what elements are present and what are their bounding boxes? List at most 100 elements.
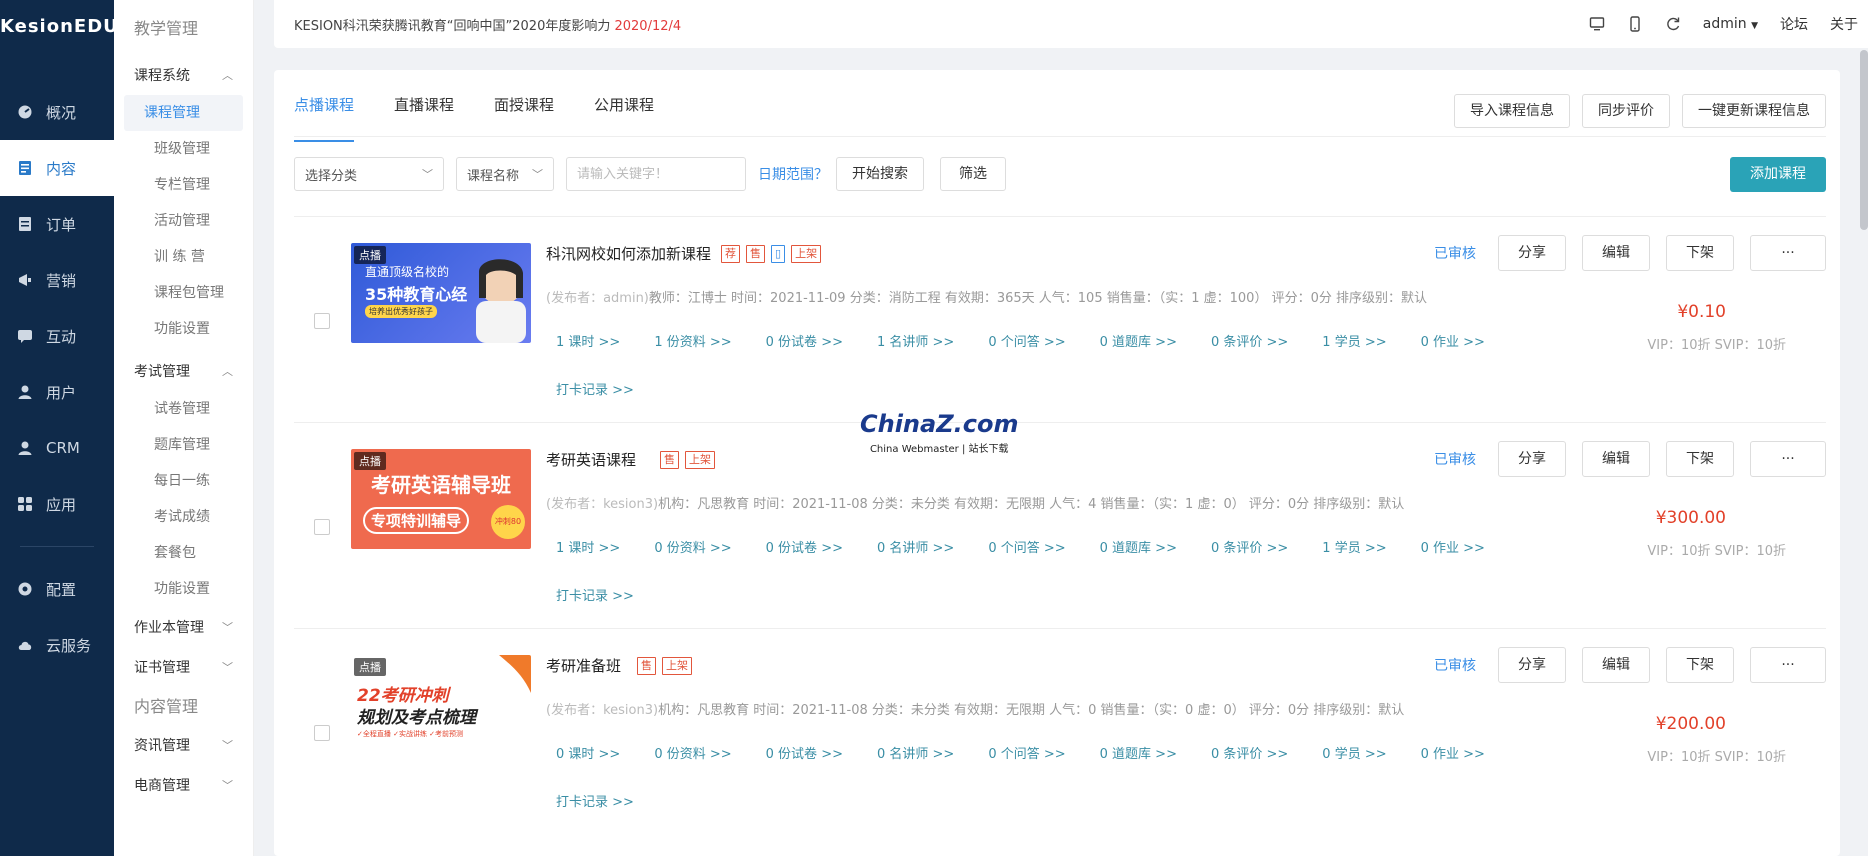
edit-button[interactable]: 编辑 (1582, 235, 1650, 271)
link-teachers[interactable]: 1 名讲师 >> (877, 331, 954, 350)
row-checkbox[interactable] (314, 313, 330, 329)
link-lessons[interactable]: 0 课时 >> (556, 743, 620, 762)
link-papers[interactable]: 0 份试卷 >> (766, 743, 843, 762)
refresh-icon[interactable] (1665, 16, 1681, 32)
nav-item-marketing[interactable]: 营销 (0, 252, 114, 308)
subnav-item-course-settings[interactable]: 功能设置 (124, 311, 243, 347)
subnav-group-news[interactable]: 资讯管理 ﹀ (114, 725, 253, 765)
subnav-item-class-manage[interactable]: 班级管理 (124, 131, 243, 167)
link-homework[interactable]: 0 作业 >> (1421, 743, 1485, 762)
more-button[interactable]: ··· (1750, 647, 1826, 683)
subnav-group-ecommerce[interactable]: 电商管理 ﹀ (114, 765, 253, 805)
subnav-item-bundle[interactable]: 套餐包 (124, 535, 243, 571)
category-select[interactable]: 选择分类 ﹀ (294, 157, 444, 191)
link-homework[interactable]: 0 作业 >> (1421, 331, 1485, 350)
course-title[interactable]: 考研准备班 (546, 655, 621, 676)
more-button[interactable]: ··· (1750, 235, 1826, 271)
link-papers[interactable]: 0 份试卷 >> (766, 537, 843, 556)
link-teachers[interactable]: 0 名讲师 >> (877, 537, 954, 556)
search-button[interactable]: 开始搜索 (836, 157, 924, 191)
filter-button[interactable]: 筛选 (940, 157, 1006, 191)
more-button[interactable]: ··· (1750, 441, 1826, 477)
keyword-input[interactable] (566, 157, 746, 191)
nav-item-content[interactable]: 内容 (0, 140, 120, 196)
link-students[interactable]: 0 学员 >> (1322, 743, 1386, 762)
course-title[interactable]: 考研英语课程 (546, 449, 636, 470)
about-link[interactable]: 关于 (1830, 14, 1858, 34)
link-qa[interactable]: 0 个问答 >> (988, 331, 1065, 350)
edit-button[interactable]: 编辑 (1582, 647, 1650, 683)
link-materials[interactable]: 1 份资料 >> (654, 331, 731, 350)
nav-item-apps[interactable]: 应用 (0, 476, 114, 532)
link-punch-record[interactable]: 打卡记录 >> (556, 585, 634, 604)
link-lessons[interactable]: 1 课时 >> (556, 331, 620, 350)
link-homework[interactable]: 0 作业 >> (1421, 537, 1485, 556)
link-lessons[interactable]: 1 课时 >> (556, 537, 620, 556)
user-menu[interactable]: admin ▼ (1703, 16, 1758, 32)
nav-item-config[interactable]: 配置 (0, 561, 114, 617)
nav-item-cloud[interactable]: 云服务 (0, 617, 114, 673)
share-button[interactable]: 分享 (1498, 235, 1566, 271)
offline-button[interactable]: 下架 (1666, 441, 1734, 477)
tab-vod[interactable]: 点播课程 (294, 94, 355, 142)
row-checkbox[interactable] (314, 725, 330, 741)
link-reviews[interactable]: 0 条评价 >> (1211, 331, 1288, 350)
course-thumbnail[interactable]: 点播 考研英语辅导班 专项特训辅导 冲刺80分 (351, 449, 531, 549)
subnav-item-paper-manage[interactable]: 试卷管理 (124, 391, 243, 427)
subnav-item-exam-scores[interactable]: 考试成绩 (124, 499, 243, 535)
subnav-item-column-manage[interactable]: 专栏管理 (124, 167, 243, 203)
link-reviews[interactable]: 0 条评价 >> (1211, 743, 1288, 762)
row-checkbox[interactable] (314, 519, 330, 535)
notice-text[interactable]: KESION科汛荣获腾讯教育“回响中国”2020年度影响力 2020/12/4 (294, 15, 681, 34)
link-papers[interactable]: 0 份试卷 >> (766, 331, 843, 350)
subnav-group-course-system[interactable]: 课程系统 ︿ (114, 55, 253, 95)
link-punch-record[interactable]: 打卡记录 >> (556, 379, 634, 398)
subnav-item-activity-manage[interactable]: 活动管理 (124, 203, 243, 239)
link-questions[interactable]: 0 道题库 >> (1100, 331, 1177, 350)
subnav-item-exam-settings[interactable]: 功能设置 (124, 571, 243, 607)
link-materials[interactable]: 0 份资料 >> (654, 537, 731, 556)
link-questions[interactable]: 0 道题库 >> (1100, 537, 1177, 556)
forum-link[interactable]: 论坛 (1780, 14, 1808, 34)
date-range-link[interactable]: 日期范围？ (758, 164, 828, 184)
link-materials[interactable]: 0 份资料 >> (654, 743, 731, 762)
link-punch-record[interactable]: 打卡记录 >> (556, 791, 634, 810)
tab-live[interactable]: 直播课程 (394, 94, 454, 134)
offline-button[interactable]: 下架 (1666, 647, 1734, 683)
nav-item-crm[interactable]: CRM (0, 420, 114, 476)
share-button[interactable]: 分享 (1498, 647, 1566, 683)
subnav-group-exam[interactable]: 考试管理 ︿ (114, 351, 253, 391)
subnav-item-question-bank[interactable]: 题库管理 (124, 427, 243, 463)
sync-review-button[interactable]: 同步评价 (1582, 94, 1670, 128)
subnav-item-package-manage[interactable]: 课程包管理 (124, 275, 243, 311)
add-course-button[interactable]: 添加课程 (1730, 157, 1826, 192)
link-reviews[interactable]: 0 条评价 >> (1211, 537, 1288, 556)
link-qa[interactable]: 0 个问答 >> (988, 537, 1065, 556)
link-questions[interactable]: 0 道题库 >> (1100, 743, 1177, 762)
mobile-icon[interactable] (1627, 16, 1643, 32)
nav-item-interact[interactable]: 互动 (0, 308, 114, 364)
update-all-button[interactable]: 一键更新课程信息 (1682, 94, 1826, 128)
link-students[interactable]: 1 学员 >> (1322, 537, 1386, 556)
subnav-item-camp[interactable]: 训 练 营 (124, 239, 243, 275)
tab-public[interactable]: 公用课程 (594, 94, 654, 134)
field-select[interactable]: 课程名称 ﹀ (456, 157, 554, 191)
nav-item-orders[interactable]: 订单 (0, 196, 114, 252)
link-students[interactable]: 1 学员 >> (1322, 331, 1386, 350)
subnav-item-course-manage[interactable]: 课程管理 (124, 95, 243, 131)
subnav-group-homework[interactable]: 作业本管理 ﹀ (114, 607, 253, 647)
page-scrollbar[interactable] (1860, 48, 1868, 856)
link-teachers[interactable]: 0 名讲师 >> (877, 743, 954, 762)
scrollbar-thumb[interactable] (1860, 50, 1868, 230)
edit-button[interactable]: 编辑 (1582, 441, 1650, 477)
desktop-icon[interactable] (1589, 16, 1605, 32)
import-course-button[interactable]: 导入课程信息 (1454, 94, 1570, 128)
nav-item-users[interactable]: 用户 (0, 364, 114, 420)
course-title[interactable]: 科汛网校如何添加新课程 (546, 243, 711, 264)
link-qa[interactable]: 0 个问答 >> (988, 743, 1065, 762)
tab-offline[interactable]: 面授课程 (494, 94, 554, 134)
subnav-group-certificate[interactable]: 证书管理 ﹀ (114, 647, 253, 687)
subnav-item-daily-practice[interactable]: 每日一练 (124, 463, 243, 499)
nav-item-overview[interactable]: 概况 (0, 84, 114, 140)
offline-button[interactable]: 下架 (1666, 235, 1734, 271)
